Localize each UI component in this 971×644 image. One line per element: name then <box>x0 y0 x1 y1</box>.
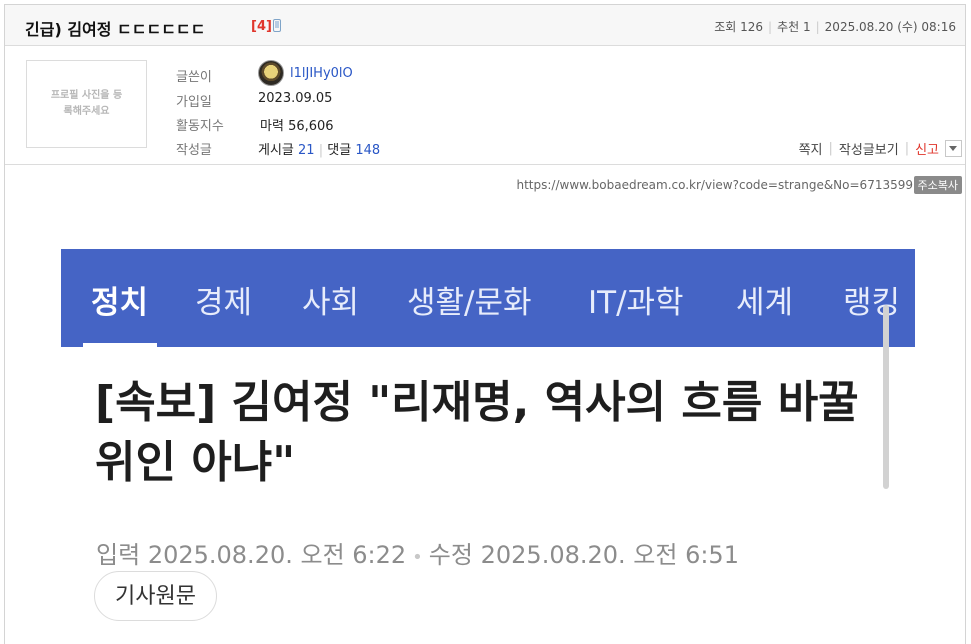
recommend-count: 추천 1 <box>777 20 811 34</box>
input-label: 입력 <box>96 541 141 569</box>
post-title: 긴급) 김여정 ㄷㄷㄷㄷㄷㄷ <box>25 20 206 39</box>
original-article-button[interactable]: 기사원문 <box>94 571 217 621</box>
news-category-nav: 정치 경제 사회 생활/문화 IT/과학 세계 랭킹 <box>61 249 915 347</box>
nav-tab-ranking[interactable]: 랭킹 <box>843 277 900 322</box>
nav-tab-it-science[interactable]: IT/과학 <box>588 277 684 322</box>
nav-tab-economy[interactable]: 경제 <box>195 277 252 322</box>
view-posts-link[interactable]: 작성글보기 <box>839 139 899 158</box>
author-nickname[interactable]: l1lJIHy0lO <box>290 66 353 81</box>
mobile-icon <box>273 19 281 32</box>
writer-label: 글쓴이 <box>176 70 212 85</box>
edit-label: 수정 <box>428 541 473 569</box>
comment-count-badge[interactable]: [4] <box>251 19 272 34</box>
edit-time: 2025.08.20. 오전 6:51 <box>480 541 739 569</box>
nav-tab-world[interactable]: 세계 <box>736 277 793 322</box>
message-link[interactable]: 쪽지 <box>799 139 823 158</box>
post-count[interactable]: 21 <box>298 143 315 158</box>
nav-tab-politics[interactable]: 정치 <box>91 277 148 322</box>
nav-tab-society[interactable]: 사회 <box>302 277 359 322</box>
posts-label: 작성글 <box>176 143 212 158</box>
post-count-label: 게시글 <box>258 143 294 158</box>
author-post-stats: 게시글 21 | 댓글 148 <box>258 143 381 158</box>
post-datetime: 2025.08.20 (수) 08:16 <box>824 20 956 34</box>
post-actions: 쪽지 | 작성글보기 | 신고 <box>799 139 962 158</box>
activity-label: 활동지수 <box>176 119 224 134</box>
joined-label: 가입일 <box>176 95 212 110</box>
activity-value: 56,606 <box>288 119 334 134</box>
activity-score: 마력 56,606 <box>260 115 334 134</box>
post-header: 긴급) 김여정 ㄷㄷㄷㄷㄷㄷ [4] 조회 126 | 추천 1 | 2025.08.2… <box>5 5 965 46</box>
activity-unit: 마력 <box>260 119 284 134</box>
more-dropdown-button[interactable] <box>945 140 962 157</box>
header-divider <box>5 164 965 165</box>
separator-dot: • <box>412 547 423 568</box>
input-time: 2025.08.20. 오전 6:22 <box>147 541 407 569</box>
active-tab-underline <box>83 343 157 347</box>
profile-placeholder-text: 프로필 사진을 등록해주세요 <box>50 90 123 117</box>
joined-date: 2023.09.05 <box>258 91 333 106</box>
avatar[interactable] <box>258 60 284 86</box>
profile-photo-placeholder: 프로필 사진을 등록해주세요 <box>26 60 147 148</box>
author-comment-count[interactable]: 148 <box>355 143 380 158</box>
nav-tab-life-culture[interactable]: 생활/문화 <box>407 277 532 322</box>
copy-url-button[interactable]: 주소복사 <box>913 176 962 194</box>
author-comment-label: 댓글 <box>327 143 352 158</box>
post-meta: 조회 126 | 추천 1 | 2025.08.20 (수) 08:16 <box>714 20 956 34</box>
view-count: 조회 126 <box>714 20 764 34</box>
report-link[interactable]: 신고 <box>915 139 939 158</box>
article-dates: 입력 2025.08.20. 오전 6:22 • 수정 2025.08.20. 오전… <box>96 535 739 570</box>
post-url: https://www.bobaedream.co.kr/view?code=s… <box>516 178 914 192</box>
news-headline: [속보] 김여정 "리재명, 역사의 흐름 바꿀 위인 아냐" <box>95 377 859 488</box>
